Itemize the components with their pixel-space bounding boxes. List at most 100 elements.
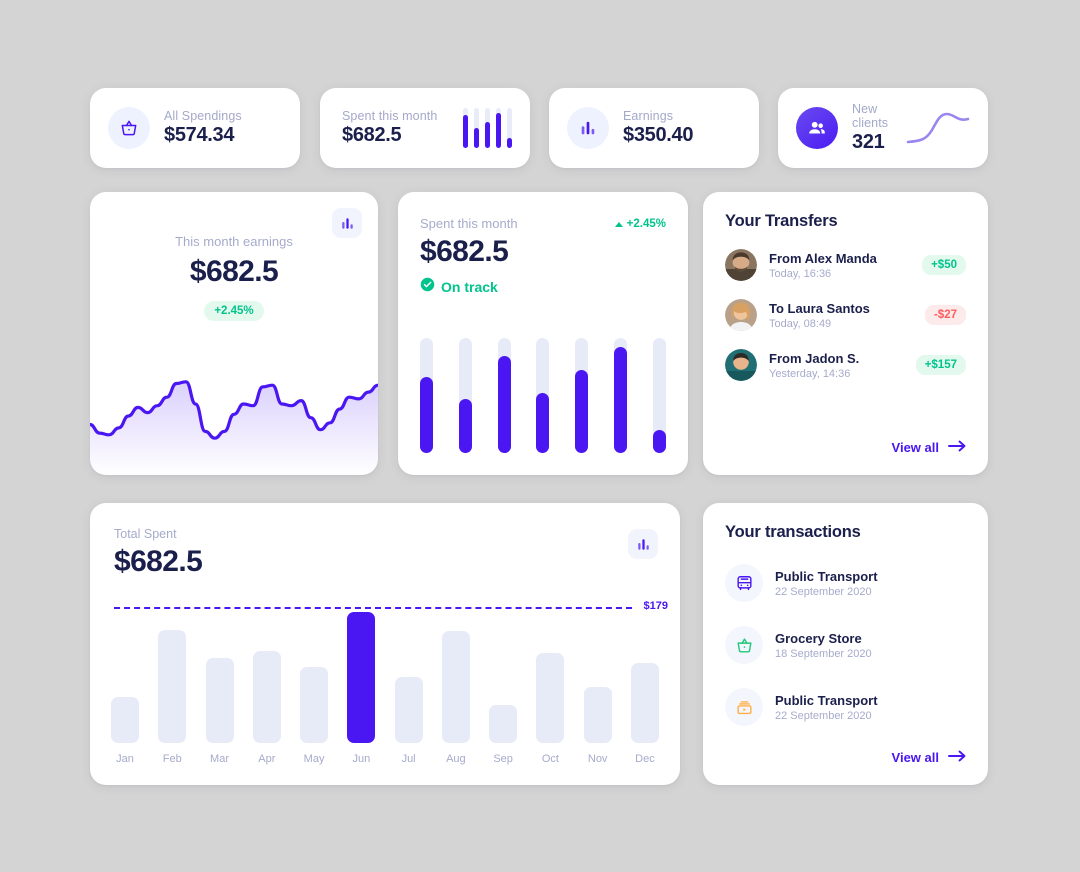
month-bar bbox=[158, 630, 187, 743]
transfer-name: From Jadon S. bbox=[769, 350, 860, 366]
month-column[interactable]: Dec bbox=[628, 663, 662, 765]
avatar bbox=[725, 349, 757, 381]
month-column[interactable]: Jun bbox=[344, 612, 378, 765]
bullet-track bbox=[536, 338, 550, 453]
mini-bar-fill bbox=[474, 128, 479, 148]
mini-bar-fill bbox=[485, 122, 490, 148]
mini-bar-track bbox=[474, 108, 479, 148]
bullet-fill bbox=[536, 393, 550, 453]
earnings-value: $682.5 bbox=[189, 255, 279, 288]
bullet-track bbox=[420, 338, 433, 453]
list-item[interactable]: From Alex Manda Today, 16:36 +$50 bbox=[703, 249, 988, 281]
transfer-time: Yesterday, 14:36 bbox=[769, 367, 851, 380]
month-column[interactable]: Sep bbox=[486, 705, 520, 765]
transactions-view-all-link[interactable]: View all bbox=[892, 750, 966, 765]
mini-bar-fill bbox=[507, 138, 512, 148]
transfer-amount: +$50 bbox=[922, 255, 966, 275]
monthly-spend-chart: Jan Feb Mar Apr May Jun Jul Aug Sep Oct Nov Dec bbox=[108, 595, 662, 765]
month-column[interactable]: Jan bbox=[108, 697, 142, 765]
bar-chart-icon-button[interactable] bbox=[628, 529, 658, 559]
month-column[interactable]: May bbox=[297, 667, 331, 765]
card-your-transactions: Your transactions Public Transport 22 Se… bbox=[703, 503, 988, 785]
month-label: Jul bbox=[401, 753, 416, 765]
month-bar bbox=[111, 697, 139, 743]
card-spent-this-month: Spent this month +2.45% $682.5 On track bbox=[398, 192, 688, 475]
spent-status: On track bbox=[441, 279, 498, 295]
bullet-track bbox=[652, 338, 666, 453]
stat-label: Earnings bbox=[623, 109, 674, 123]
avatar bbox=[725, 299, 757, 331]
stat-card-spent-this-month[interactable]: Spent this month $682.5 bbox=[320, 88, 530, 168]
mini-bar-fill bbox=[463, 115, 468, 148]
stat-card-all-spendings[interactable]: All Spendings $574.34 bbox=[90, 88, 300, 168]
list-item[interactable]: Public Transport 22 September 2020 bbox=[703, 564, 988, 602]
bullet-track bbox=[497, 338, 511, 453]
month-column[interactable]: Mar bbox=[203, 658, 237, 765]
spent-delta: +2.45% bbox=[614, 218, 666, 230]
month-label: Sep bbox=[493, 753, 513, 765]
list-item[interactable]: Grocery Store 18 September 2020 bbox=[703, 626, 988, 664]
transfers-view-all-link[interactable]: View all bbox=[892, 440, 966, 455]
stat-label: All Spendings bbox=[164, 109, 242, 123]
month-column[interactable]: Jul bbox=[392, 677, 426, 765]
transfer-amount: +$157 bbox=[915, 355, 966, 375]
bullet-fill bbox=[614, 347, 628, 453]
spent-value: $682.5 bbox=[420, 235, 509, 268]
stat-label: New clients bbox=[852, 102, 889, 130]
transfer-time: Today, 16:36 bbox=[769, 267, 832, 280]
month-label: Apr bbox=[258, 753, 276, 765]
list-item[interactable]: To Laura Santos Today, 08:49 -$27 bbox=[703, 299, 988, 331]
stat-card-earnings[interactable]: Earnings $350.40 bbox=[549, 88, 759, 168]
month-bar bbox=[347, 612, 376, 743]
transfer-name: From Alex Manda bbox=[769, 250, 877, 266]
bus-icon bbox=[725, 564, 763, 602]
line-sparkline-icon bbox=[906, 108, 970, 148]
transaction-name: Grocery Store bbox=[775, 630, 862, 646]
bullet-track bbox=[614, 338, 628, 453]
month-label: Mar bbox=[210, 753, 229, 765]
mini-bar-fill bbox=[496, 112, 501, 148]
month-bar bbox=[441, 631, 470, 743]
arrow-right-icon bbox=[948, 750, 966, 765]
month-bar bbox=[394, 677, 423, 743]
transaction-date: 22 September 2020 bbox=[775, 709, 872, 722]
month-column[interactable]: Oct bbox=[533, 653, 567, 765]
bullet-fill bbox=[652, 430, 666, 453]
transaction-name: Public Transport bbox=[775, 692, 878, 708]
mini-bar-track bbox=[496, 108, 501, 148]
bullet-fill bbox=[575, 370, 589, 453]
transaction-name: Public Transport bbox=[775, 568, 878, 584]
total-spent-value: $682.5 bbox=[114, 545, 203, 578]
bullet-track bbox=[575, 338, 589, 453]
mini-bar-track bbox=[463, 108, 468, 148]
transfer-amount: -$27 bbox=[924, 305, 966, 325]
stat-label: Spent this month bbox=[342, 109, 438, 123]
month-label: Jan bbox=[116, 753, 134, 765]
transaction-date: 18 September 2020 bbox=[775, 647, 872, 660]
stat-value: $574.34 bbox=[164, 124, 235, 146]
stat-card-new-clients[interactable]: New clients 321 bbox=[778, 88, 988, 168]
transfers-title: Your Transfers bbox=[725, 212, 838, 230]
card-total-spent: Total Spent $682.5 $179 Jan Feb Mar Apr May J… bbox=[90, 503, 680, 785]
month-bar bbox=[300, 667, 329, 743]
transfer-time: Today, 08:49 bbox=[769, 317, 832, 330]
list-item[interactable]: Public Transport 22 September 2020 bbox=[703, 688, 988, 726]
month-column[interactable]: Nov bbox=[581, 687, 615, 765]
card-your-transfers: Your Transfers From Alex Manda Today, 16… bbox=[703, 192, 988, 475]
list-item[interactable]: From Jadon S. Yesterday, 14:36 +$157 bbox=[703, 349, 988, 381]
transactions-title: Your transactions bbox=[725, 523, 861, 541]
check-circle-icon bbox=[420, 277, 435, 297]
card-month-earnings: This month earnings $682.5 +2.45% bbox=[90, 192, 378, 475]
mini-bar-track bbox=[485, 108, 490, 148]
bar-chart-icon-button[interactable] bbox=[332, 208, 362, 238]
month-bar bbox=[489, 705, 518, 743]
users-icon bbox=[796, 107, 838, 149]
stat-value: $682.5 bbox=[342, 124, 402, 146]
spent-delta-value: +2.45% bbox=[626, 218, 666, 230]
month-label: May bbox=[303, 753, 325, 765]
caret-up-icon bbox=[614, 221, 623, 227]
total-spent-label: Total Spent bbox=[114, 527, 177, 541]
month-column[interactable]: Apr bbox=[250, 651, 284, 765]
month-column[interactable]: Feb bbox=[155, 630, 189, 765]
month-column[interactable]: Aug bbox=[439, 631, 473, 765]
